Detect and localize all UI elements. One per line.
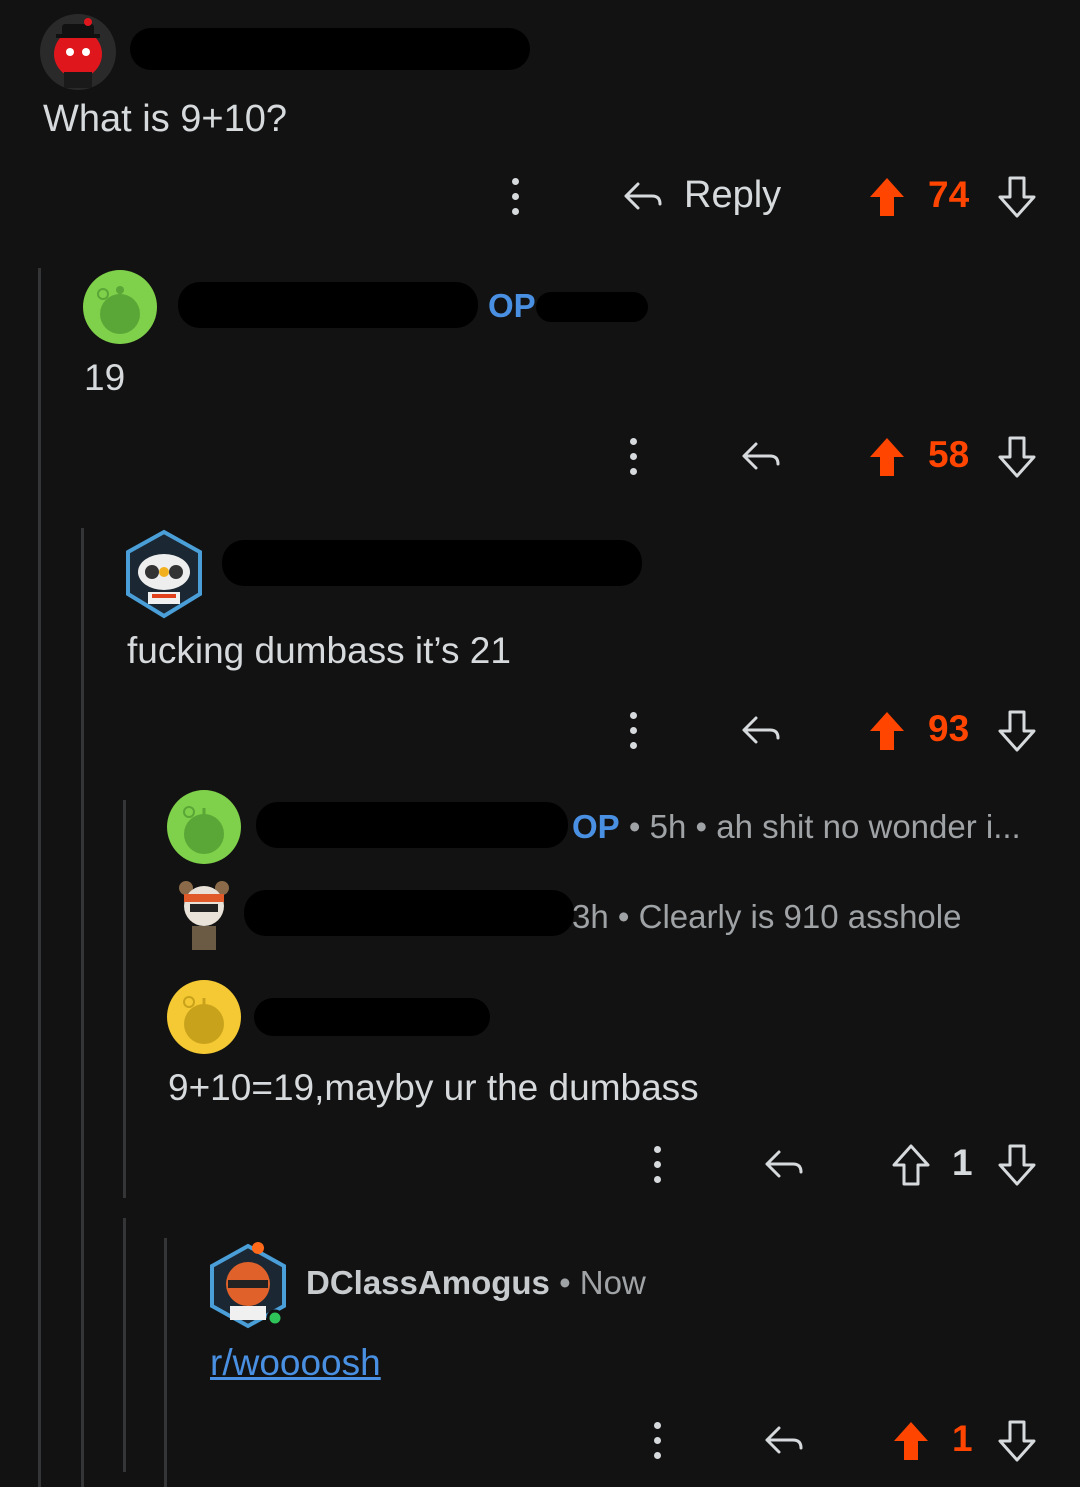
separator: • [695,808,708,845]
redacted-username [254,998,490,1036]
upvote-icon[interactable] [866,708,908,754]
upvote-icon[interactable] [890,1142,932,1188]
default-snoo-icon [183,806,224,854]
avatar[interactable] [206,1240,292,1332]
reply-icon[interactable] [740,436,782,476]
redacted-username [130,28,530,70]
upvote-icon[interactable] [866,174,908,220]
separator: • [628,808,641,845]
reply-icon[interactable] [763,1420,805,1460]
thread-line-level-2[interactable] [81,528,84,1487]
avatar[interactable] [122,528,206,620]
downvote-icon[interactable] [996,1418,1038,1464]
reply-icon[interactable] [622,176,664,216]
comment-preview: ah shit no wonder i... [716,808,1021,845]
comment-preview: Clearly is 910 asshole [638,898,962,935]
snoo-avatar-icon [54,18,102,88]
reply-button[interactable]: Reply [684,174,781,217]
redacted-flair [536,292,648,322]
more-options-icon[interactable] [630,438,638,476]
redacted-username [256,802,568,848]
vote-score: 74 [928,174,970,215]
comment-meta: DClassAmogus • Now [306,1264,646,1302]
comment-actions: Reply 74 [0,168,1080,228]
comment-actions: 93 [0,702,1080,762]
avatar[interactable] [167,790,241,864]
default-snoo-icon [183,996,224,1044]
more-options-icon[interactable] [654,1146,662,1184]
comment-age: 3h [572,898,609,935]
collapsed-comment-meta[interactable]: OP • 5h • ah shit no wonder i... [572,808,1021,846]
redacted-username [178,282,478,328]
username[interactable]: DClassAmogus [306,1264,550,1301]
comment-actions: 1 [0,1136,1080,1196]
separator: • [559,1264,571,1301]
avatar[interactable] [176,876,232,954]
downvote-icon[interactable] [996,708,1038,754]
more-options-icon[interactable] [630,712,638,750]
comment-body: What is 9+10? [43,98,287,140]
reply-icon[interactable] [763,1144,805,1184]
downvote-icon[interactable] [996,174,1038,220]
comment-actions: 58 [0,428,1080,488]
comment-actions: 1 [0,1412,1080,1472]
avatar[interactable] [83,270,157,344]
comment-body: fucking dumbass it’s 21 [127,630,511,671]
default-snoo-icon [97,286,140,334]
snoo-avatar-icon [179,881,229,950]
downvote-icon[interactable] [996,1142,1038,1188]
comment-body: 19 [84,357,126,398]
redacted-username [244,890,574,936]
comment-age: Now [579,1264,646,1301]
downvote-icon[interactable] [996,434,1038,480]
nft-avatar-icon [210,1242,286,1329]
vote-score: 58 [928,434,970,475]
subreddit-link[interactable]: r/woooosh [210,1342,381,1383]
nft-avatar-icon [126,529,202,619]
vote-score: 93 [928,708,970,749]
reply-icon[interactable] [740,710,782,750]
separator: • [617,898,630,935]
comment-body: r/woooosh [210,1342,381,1384]
more-options-icon[interactable] [654,1422,662,1460]
comment-age: 5h [649,808,687,845]
upvote-icon[interactable] [890,1418,932,1464]
comment-body: 9+10=19,mayby ur the dumbass [168,1067,699,1108]
op-badge: OP [488,287,536,324]
collapsed-comment-meta[interactable]: 3h • Clearly is 910 asshole [572,898,961,936]
redacted-username [222,540,642,586]
vote-score: 1 [952,1418,973,1459]
upvote-icon[interactable] [866,434,908,480]
op-badge: OP [572,808,620,845]
avatar[interactable] [167,980,241,1054]
vote-score: 1 [952,1142,973,1183]
avatar[interactable] [40,14,116,90]
more-options-icon[interactable] [512,178,520,216]
